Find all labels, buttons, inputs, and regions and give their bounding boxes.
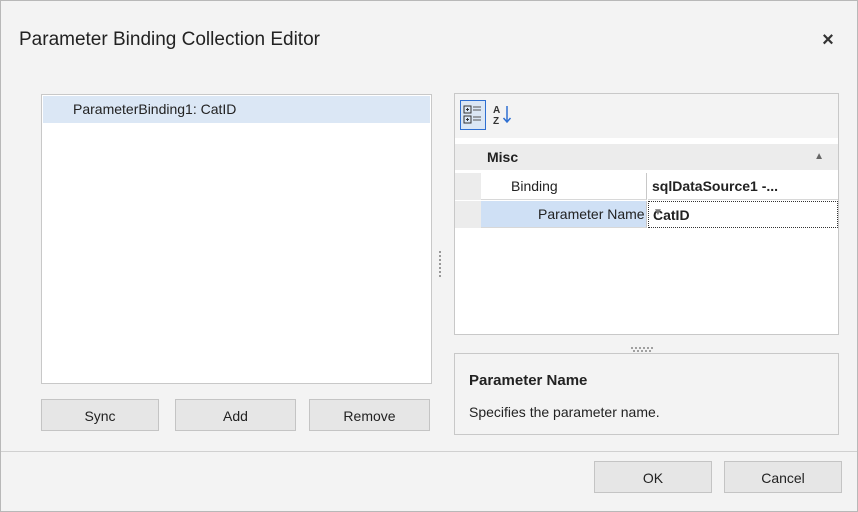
property-row-binding[interactable]: Binding sqlDataSource1 -... <box>455 173 838 200</box>
list-item-label: ParameterBinding1: CatID <box>73 101 237 117</box>
categorized-view-icon[interactable] <box>460 100 486 130</box>
property-value: sqlDataSource1 -... <box>652 178 779 194</box>
vertical-splitter[interactable] <box>438 249 444 281</box>
description-panel: Parameter Name Specifies the parameter n… <box>454 353 839 435</box>
description-text: Specifies the parameter name. <box>469 404 660 420</box>
add-button[interactable]: Add <box>175 399 296 431</box>
alphabetical-sort-icon[interactable]: A Z <box>491 100 517 130</box>
property-grid: A Z Misc ▲ Binding sqlDataSource1 -... P… <box>454 93 839 335</box>
close-icon[interactable]: × <box>813 25 843 55</box>
ok-button[interactable]: OK <box>594 461 712 493</box>
window-title: Parameter Binding Collection Editor <box>19 29 320 50</box>
collapse-arrow-icon[interactable]: ▲ <box>814 151 824 162</box>
description-title: Parameter Name <box>469 372 588 389</box>
category-label: Misc <box>487 149 519 165</box>
remove-button[interactable]: Remove <box>309 399 430 431</box>
property-name: Binding <box>511 178 558 194</box>
footer-divider <box>1 451 857 452</box>
property-name: Parameter Name <box>538 206 645 222</box>
dialog-window: Parameter Binding Collection Editor × Pa… <box>0 0 858 512</box>
property-value-cell[interactable]: sqlDataSource1 -... <box>648 173 838 200</box>
list-item[interactable]: ParameterBinding1: CatID <box>43 96 430 123</box>
dropdown-arrow-icon[interactable]: ▼ <box>653 207 829 218</box>
binding-list[interactable]: ParameterBinding1: CatID <box>41 94 432 384</box>
property-row-parameter-name[interactable]: Parameter Name CatID ▼ <box>455 201 838 228</box>
title-bar: Parameter Binding Collection Editor × <box>1 1 857 81</box>
category-row-misc[interactable]: Misc ▲ <box>455 144 838 170</box>
horizontal-splitter[interactable] <box>629 339 659 352</box>
svg-text:A: A <box>493 105 500 116</box>
cancel-button[interactable]: Cancel <box>724 461 842 493</box>
property-value-cell[interactable]: CatID ▼ <box>648 201 838 228</box>
svg-text:Z: Z <box>493 116 499 127</box>
property-name-cell: Binding <box>481 173 647 200</box>
property-name-cell: Parameter Name <box>481 201 647 228</box>
property-grid-toolbar: A Z <box>455 94 838 138</box>
sync-button[interactable]: Sync <box>41 399 159 431</box>
